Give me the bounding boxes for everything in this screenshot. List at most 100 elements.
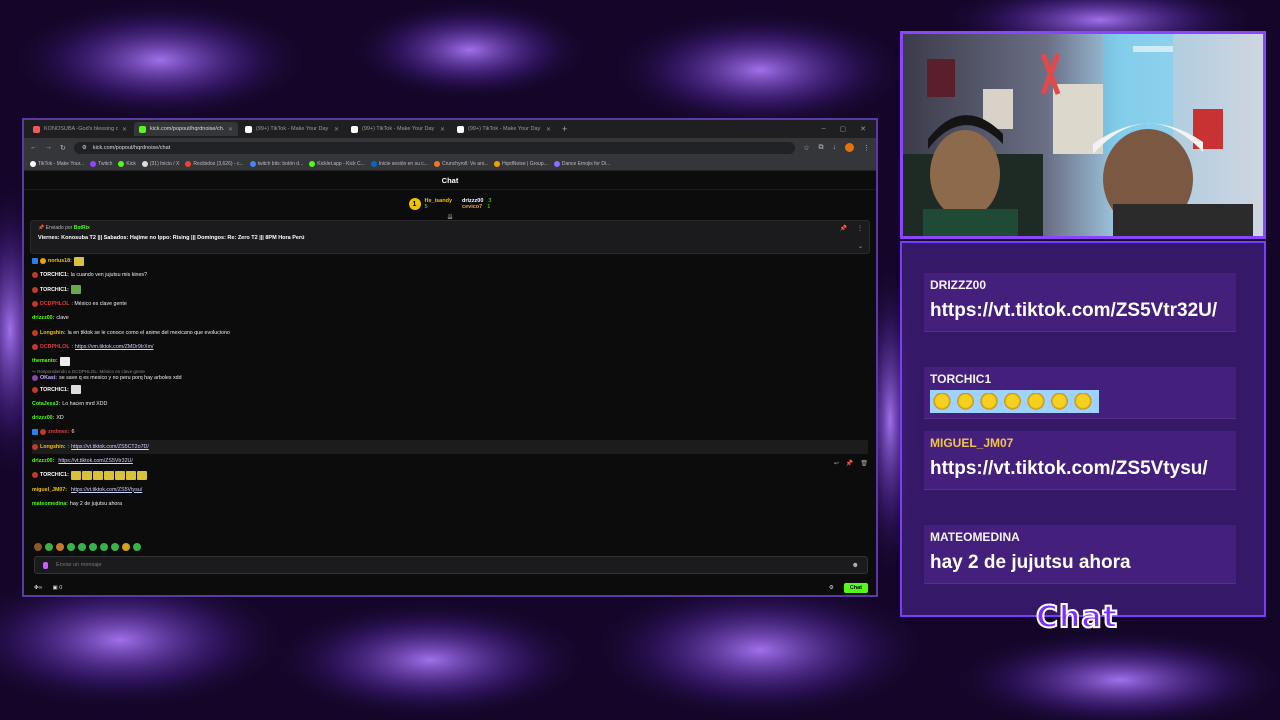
message-username[interactable]: TORCHIC1: xyxy=(40,472,69,478)
emote-icon[interactable] xyxy=(111,543,119,551)
message-username[interactable]: zndmex: xyxy=(48,429,70,435)
chat-message[interactable]: Longshin: la en tiktok se le conoce como… xyxy=(32,325,868,339)
emoji-picker-icon[interactable]: ☻ xyxy=(852,562,859,569)
minimize-icon[interactable]: – xyxy=(822,125,826,133)
message-username[interactable]: themanto: xyxy=(32,358,58,364)
chat-message[interactable]: TORCHIC1: xyxy=(32,468,868,482)
browser-tab-2[interactable]: kick.com/popout/hqrdnoise/ch... ✕ xyxy=(134,122,238,136)
message-username[interactable]: TORCHIC1: xyxy=(40,287,69,293)
message-link[interactable]: https://vt.tiktok.com/ZS5CT2o7D/ xyxy=(71,444,149,450)
close-tab-icon[interactable]: ✕ xyxy=(228,126,233,133)
message-username[interactable]: Longshin: xyxy=(40,444,66,450)
profile-avatar[interactable] xyxy=(845,143,854,152)
chat-message[interactable]: miguel_JM07: https://vt.tiktok.com/ZS5Vt… xyxy=(32,482,868,496)
message-username[interactable]: TORCHIC1: xyxy=(40,387,69,393)
bookmark-item[interactable]: Inicie sesión en su c... xyxy=(370,160,428,167)
browser-tab-5[interactable]: (99+) TikTok - Make Your Day ✕ xyxy=(452,122,556,136)
emote-icon[interactable] xyxy=(122,543,130,551)
message-username[interactable]: OKasi: xyxy=(40,375,57,381)
message-link[interactable]: https://vm.tiktok.com/ZMDr9IrXm/ xyxy=(75,344,154,350)
gifter-third[interactable]: cevico7 1 xyxy=(462,204,491,210)
chat-message[interactable]: drizzz00: clave xyxy=(32,311,868,325)
reload-icon[interactable]: ↻ xyxy=(60,144,66,152)
bookmark-item[interactable]: twitch bits: botón d... xyxy=(249,160,303,167)
message-link[interactable]: https://vt.tiktok.com/ZS5Vtysu/ xyxy=(71,487,142,493)
emote-icon[interactable] xyxy=(133,543,141,551)
chat-message[interactable]: DCDPHLOL: México es clave gente xyxy=(32,297,868,311)
emote-icon[interactable] xyxy=(78,543,86,551)
browser-tab-1[interactable]: KONOSUBA -God's blessing on... ✕ xyxy=(28,122,132,136)
menu-icon[interactable]: ⋮ xyxy=(863,144,870,152)
chat-message[interactable]: norius18: xyxy=(32,254,868,268)
bookmark-item[interactable]: Kick xyxy=(118,160,136,167)
maximize-icon[interactable]: ▢ xyxy=(840,125,847,133)
bookmark-item[interactable]: Crunchyroll: Ve ani... xyxy=(433,160,488,167)
download-icon[interactable]: ↓ xyxy=(833,144,837,151)
gear-icon[interactable]: ⚙ xyxy=(829,585,834,591)
chat-message[interactable]: themanto: xyxy=(32,354,868,368)
message-username[interactable]: DCDPHLOL xyxy=(40,344,69,350)
points-counter[interactable]: ▣ 0 xyxy=(53,585,63,591)
chat-message[interactable]: zndmex: 6 xyxy=(32,425,868,439)
chat-message[interactable]: drizzz00: https://vt.tiktok.com/ZS5Vtr32… xyxy=(32,454,868,468)
more-options-icon[interactable]: ⋮ xyxy=(857,225,863,232)
message-username[interactable]: TORCHIC1: xyxy=(40,272,69,278)
bookmark-item[interactable]: Kicklet.app - Kick C... xyxy=(309,160,365,167)
send-chat-button[interactable]: Chat xyxy=(843,582,868,593)
pin-icon[interactable]: 📌 xyxy=(846,460,853,467)
emote-icon[interactable] xyxy=(89,543,97,551)
chat-message[interactable]: Longshin:: https://vt.tiktok.com/ZS5CT2o… xyxy=(32,439,868,454)
extensions-icon[interactable]: ⧉ xyxy=(819,144,824,152)
gifter-first[interactable]: 1 He_isandy 5 xyxy=(408,198,452,210)
message-username[interactable]: drizzz00: xyxy=(32,458,54,464)
new-tab-icon[interactable]: + xyxy=(562,124,567,134)
channel-points-icon[interactable]: ✤∞ xyxy=(34,585,43,591)
bookmark-item[interactable]: Recibidos (3,626) - c... xyxy=(185,160,244,167)
message-username[interactable]: CotaJess3: xyxy=(32,401,60,407)
bookmark-item[interactable]: HqrdNoise | Group... xyxy=(494,160,548,167)
chevron-down-icon[interactable]: ⌄ xyxy=(858,243,863,250)
browser-tab-3[interactable]: (99+) TikTok - Make Your Day ✕ xyxy=(240,122,344,136)
bookmark-item[interactable]: TikTok - Make Your... xyxy=(30,160,84,167)
close-tab-icon[interactable]: ✕ xyxy=(122,126,127,133)
forward-icon[interactable]: → xyxy=(45,144,52,151)
bookmark-star-icon[interactable]: ☆ xyxy=(803,144,809,152)
chat-message-reply[interactable]: ↪ Respondiendo a DCDPHLOL: México es cla… xyxy=(32,368,868,382)
chat-message[interactable]: mateomedina: hay 2 de jujutsu ahora xyxy=(32,497,868,511)
site-info-icon[interactable]: ⚙ xyxy=(82,145,87,151)
chat-message[interactable]: TORCHIC1: xyxy=(32,283,868,297)
close-tab-icon[interactable]: ✕ xyxy=(334,126,339,133)
back-icon[interactable]: ← xyxy=(30,144,37,151)
message-username[interactable]: Longshin: xyxy=(40,330,66,336)
emote-icon[interactable] xyxy=(34,543,42,551)
delete-icon[interactable]: 🗑 xyxy=(860,460,868,467)
message-username[interactable]: norius18: xyxy=(48,258,72,264)
emote-icon[interactable] xyxy=(100,543,108,551)
close-tab-icon[interactable]: ✕ xyxy=(440,126,445,133)
bookmark-item[interactable]: (31) Inicio / X xyxy=(141,160,179,167)
browser-tab-4[interactable]: (99+) TikTok - Make Your Day ✕ xyxy=(346,122,450,136)
close-tab-icon[interactable]: ✕ xyxy=(546,126,551,133)
message-link[interactable]: https://vt.tiktok.com/ZS5Vtr32U/ xyxy=(58,458,132,464)
message-username[interactable]: mateomedina: xyxy=(32,501,68,507)
chat-message[interactable]: CotaJess3: Lo hacen mrd XDD xyxy=(32,397,868,411)
pin-icon[interactable]: 📌 xyxy=(840,225,847,232)
chat-message[interactable]: TORCHIC1: xyxy=(32,382,868,396)
bookmark-item[interactable]: Twitch xyxy=(90,160,112,167)
emote-icon[interactable] xyxy=(67,543,75,551)
chat-message[interactable]: TORCHIC1: la cuando ven jujutsu mis kine… xyxy=(32,268,868,282)
message-username[interactable]: drizzz00: xyxy=(32,315,54,321)
bookmark-item[interactable]: Dance Emojis for Di... xyxy=(553,160,610,167)
pinned-by-user[interactable]: BotRix xyxy=(74,225,90,231)
chat-message[interactable]: DCDPHLOL: https://vm.tiktok.com/ZMDr9IrX… xyxy=(32,340,868,354)
message-input[interactable]: Enviar un mensaje ☻ xyxy=(34,556,868,574)
emote-icon[interactable] xyxy=(56,543,64,551)
close-window-icon[interactable]: ✕ xyxy=(860,125,866,133)
message-username[interactable]: miguel_JM07: xyxy=(32,487,67,493)
message-username[interactable]: drizzz00: xyxy=(32,415,54,421)
reply-icon[interactable]: ↩ xyxy=(834,460,839,467)
chat-message[interactable]: drizzz00: XD xyxy=(32,411,868,425)
message-username[interactable]: DCDPHLOL xyxy=(40,301,69,307)
url-input[interactable]: ⚙ kick.com/popout/hqrdnoise/chat xyxy=(73,141,796,154)
emote-icon[interactable] xyxy=(45,543,53,551)
